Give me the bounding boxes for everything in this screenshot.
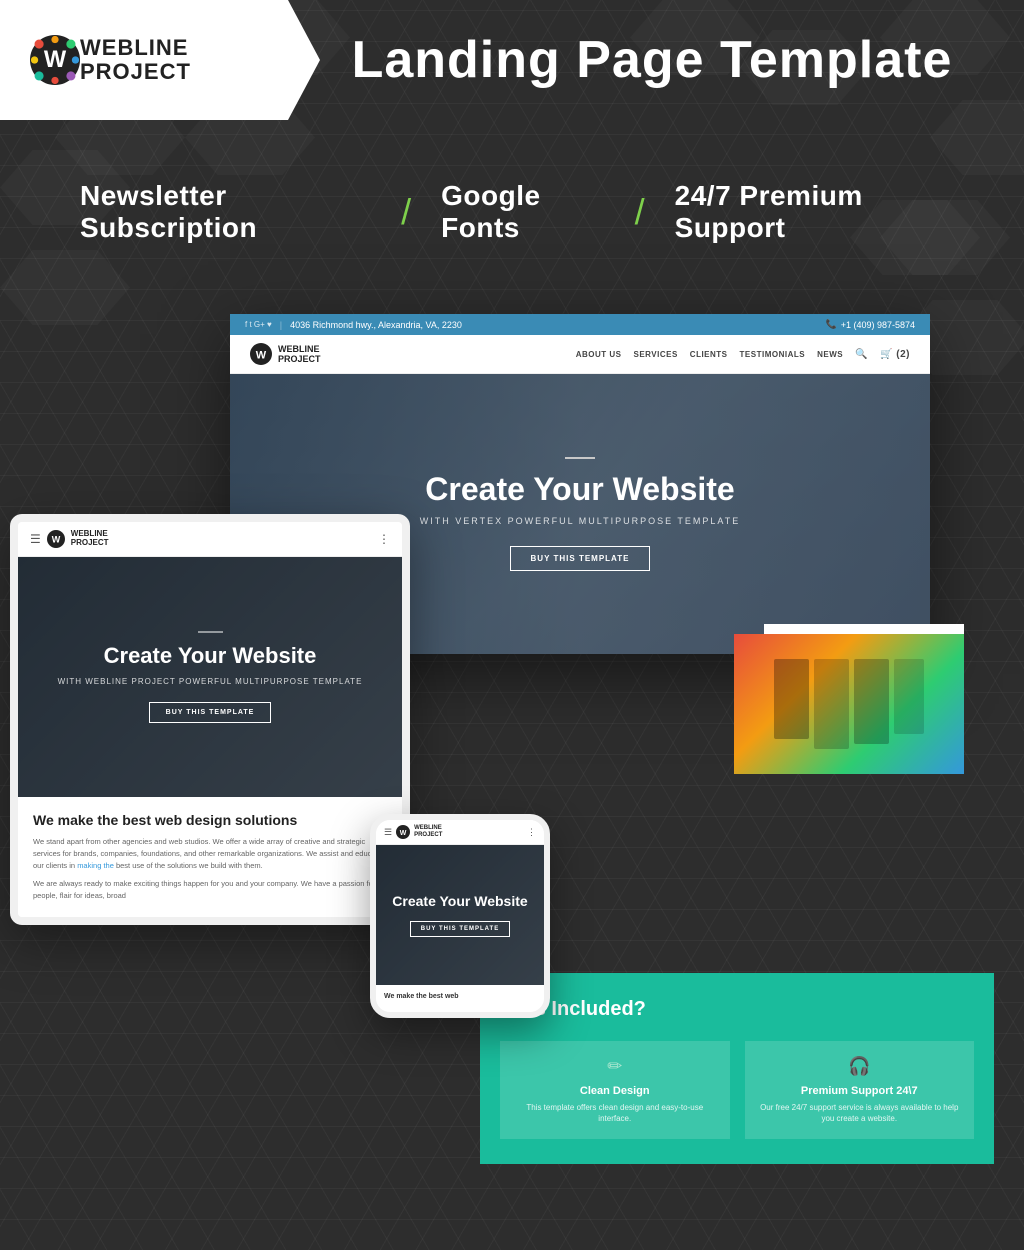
template-nav-links: ABOUT US SERVICES CLIENTS TESTIMONIALS N…	[576, 349, 910, 360]
tablet-content: We make the best web design solutions We…	[18, 797, 402, 917]
person-4	[894, 659, 924, 734]
page-title: Landing Page Template	[352, 30, 953, 90]
template-nav-logo: W WEBLINEPROJECT	[250, 343, 321, 365]
nav-about[interactable]: ABOUT US	[576, 350, 622, 359]
hero-subtitle: WITH VERTEX POWERFUL MULTIPURPOSE TEMPLA…	[420, 516, 741, 526]
template-topbar: f t G+ ♥ | 4036 Richmond hwy., Alexandri…	[230, 314, 930, 335]
support-title: Premium Support 24\7	[760, 1085, 960, 1097]
tablet-hero: Create Your Website WITH WEBLINE PROJECT…	[18, 557, 402, 797]
template-nav: W WEBLINEPROJECT ABOUT US SERVICES CLIEN…	[230, 335, 930, 374]
phone-text: We make the best web	[384, 993, 536, 1000]
teal-title: hat's Included?	[500, 998, 974, 1021]
nav-brand: WEBLINEPROJECT	[278, 344, 321, 364]
tablet-section-text-2: We are always ready to make exciting thi…	[33, 878, 387, 902]
tablet-topbar: ☰ W WEBLINEPROJECT ⋮	[18, 522, 402, 557]
tablet-section-text: We stand apart from other agencies and w…	[33, 836, 387, 872]
feature-newsletter-label: Newsletter Subscription	[80, 180, 371, 244]
hero-cta-button[interactable]: BUY THIS TEMPLATE	[510, 546, 651, 571]
feature-google-fonts-label: Google Fonts	[441, 180, 604, 244]
logo-area: W WEBLINE PROJECT	[0, 0, 320, 120]
hero-divider	[565, 457, 595, 459]
search-icon[interactable]: 🔍	[855, 349, 868, 360]
phone-hero-title: Create Your Website	[392, 893, 527, 909]
teal-cards: ✏ Clean Design This template offers clea…	[500, 1041, 974, 1139]
tablet-hero-subtitle: WITH WEBLINE PROJECT POWERFUL MULTIPURPO…	[58, 677, 363, 686]
nav-testimonials[interactable]: TESTIMONIALS	[740, 350, 806, 359]
clean-design-title: Clean Design	[515, 1085, 715, 1097]
clean-design-icon: ✏	[515, 1056, 715, 1077]
phone-brand: WEBLINEPROJECT	[414, 825, 442, 838]
feature-divider-1: /	[401, 194, 411, 230]
webline-logo-icon: W	[30, 35, 80, 85]
phone-menu-icon[interactable]: ☰	[384, 827, 392, 838]
header-title-area: Landing Page Template	[320, 30, 1024, 90]
features-bar: Newsletter Subscription / Google Fonts /…	[0, 130, 1024, 294]
tablet-hero-content: Create Your Website WITH WEBLINE PROJECT…	[38, 611, 383, 743]
support-text: Our free 24/7 support service is always …	[760, 1102, 960, 1124]
feature-newsletter: Newsletter Subscription	[80, 180, 371, 244]
svg-text:W: W	[400, 830, 407, 837]
feature-support-label: 24/7 Premium Support	[675, 180, 944, 244]
svg-text:W: W	[256, 350, 267, 362]
support-icon: 🎧	[760, 1056, 960, 1077]
tablet-more-icon[interactable]: ⋮	[378, 532, 390, 546]
tablet-brand: WEBLINEPROJECT	[71, 530, 109, 548]
tablet-hero-title: Create Your Website	[58, 643, 363, 669]
hero-content: Create Your Website WITH VERTEX POWERFUL…	[420, 457, 741, 571]
logo-text: WEBLINE PROJECT	[80, 36, 191, 84]
phone-content: We make the best web	[376, 985, 544, 1012]
brand-name-line2: PROJECT	[80, 60, 191, 84]
social-icons: f t G+ ♥	[245, 320, 272, 329]
phone-icon: 📞	[825, 319, 836, 330]
feature-google-fonts: Google Fonts	[441, 180, 604, 244]
tablet-menu-icon[interactable]: ☰	[30, 532, 41, 546]
tablet-divider	[198, 631, 223, 633]
phone-hero: Create Your Website BUY THIS TEMPLATE	[376, 845, 544, 985]
nav-services[interactable]: SERVICES	[633, 350, 677, 359]
teal-card-2: 🎧 Premium Support 24\7 Our free 24/7 sup…	[745, 1041, 975, 1139]
person-1	[774, 659, 809, 739]
team-silhouettes	[774, 659, 924, 749]
phone-topbar: ☰ W WEBLINEPROJECT ⋮	[376, 820, 544, 845]
teal-section: hat's Included? ✏ Clean Design This temp…	[480, 973, 994, 1164]
team-image	[734, 634, 964, 774]
hero-title: Create Your Website	[420, 471, 741, 508]
tablet-cta-button[interactable]: BUY THIS TEMPLATE	[149, 702, 272, 723]
svg-text:W: W	[44, 47, 67, 73]
phone-more-icon[interactable]: ⋮	[527, 827, 536, 838]
nav-clients[interactable]: CLIENTS	[690, 350, 728, 359]
nav-news[interactable]: NEWS	[817, 350, 843, 359]
tablet-logo-icon: W	[47, 530, 65, 548]
tablet-section-title: We make the best web design solutions	[33, 812, 387, 828]
phone-preview: ☰ W WEBLINEPROJECT ⋮ Create Your Website…	[370, 814, 550, 1018]
address-text: 4036 Richmond hwy., Alexandria, VA, 2230	[290, 320, 462, 330]
brand-name: WEBLINE	[80, 36, 191, 60]
clean-design-text: This template offers clean design and ea…	[515, 1102, 715, 1124]
person-3	[854, 659, 889, 744]
header: W WEBLINE PROJECT Landing Page Template	[0, 0, 1024, 120]
phone-cta-button[interactable]: BUY THIS TEMPLATE	[410, 921, 510, 937]
svg-text:W: W	[52, 535, 61, 545]
phone-hero-content: Create Your Website BUY THIS TEMPLATE	[382, 883, 537, 947]
cart-icon[interactable]: 🛒 (2)	[880, 349, 910, 360]
teal-card-1: ✏ Clean Design This template offers clea…	[500, 1041, 730, 1139]
phone-text: 📞 +1 (409) 987-5874	[825, 319, 915, 330]
phone-logo-icon: W	[396, 825, 410, 839]
person-2	[814, 659, 849, 749]
feature-support: 24/7 Premium Support	[675, 180, 944, 244]
nav-logo-icon: W	[250, 343, 272, 365]
tablet-preview: ☰ W WEBLINEPROJECT ⋮ Create Your Website…	[10, 514, 410, 925]
feature-divider-2: /	[635, 194, 645, 230]
